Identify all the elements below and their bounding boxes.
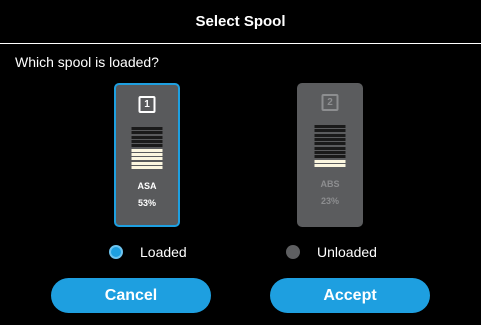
loaded-option[interactable]: Loaded: [109, 244, 187, 260]
gauge-segment: [131, 139, 163, 143]
gauge-segment: [314, 159, 346, 163]
gauge-segment: [131, 152, 163, 156]
gauge-segment: [131, 131, 163, 135]
gauge-segment: [314, 129, 346, 133]
radio-checked-icon[interactable]: [109, 245, 123, 259]
spool-card-2[interactable]: 2 ABS 23%: [297, 83, 363, 227]
gauge-segment: [131, 157, 163, 161]
unloaded-label: Unloaded: [317, 244, 377, 260]
gauge-segment: [314, 163, 346, 167]
accept-button[interactable]: Accept: [270, 278, 430, 313]
spool-number-badge: 2: [321, 94, 339, 111]
gauge-segment: [314, 146, 346, 150]
page-title: Select Spool: [195, 13, 286, 30]
gauge-segment: [314, 142, 346, 146]
spool-number-badge: 1: [138, 96, 156, 113]
spool-fill-gauge: [131, 127, 163, 169]
gauge-segment: [131, 165, 163, 169]
unloaded-option[interactable]: Unloaded: [286, 244, 377, 260]
spool-percent: 23%: [320, 196, 339, 206]
spool-material: ASA: [137, 181, 157, 191]
title-divider: [0, 43, 481, 44]
spool-card-1[interactable]: 1 ASA 53%: [114, 83, 180, 227]
gauge-segment: [314, 125, 346, 128]
gauge-segment: [131, 148, 163, 152]
spool-material: ABS: [320, 179, 340, 189]
radio-unchecked-icon[interactable]: [286, 245, 300, 259]
gauge-segment: [314, 137, 346, 141]
spool-question: Which spool is loaded?: [15, 54, 159, 70]
spool-fill-gauge: [314, 125, 346, 167]
gauge-segment: [314, 150, 346, 154]
cancel-button[interactable]: Cancel: [51, 278, 211, 313]
gauge-segment: [314, 133, 346, 137]
gauge-segment: [131, 135, 163, 139]
gauge-segment: [131, 127, 163, 130]
select-spool-screen: Select Spool Which spool is loaded? 1 AS…: [0, 0, 481, 325]
gauge-segment: [131, 144, 163, 148]
loaded-label: Loaded: [140, 244, 187, 260]
spool-percent: 53%: [137, 198, 156, 208]
gauge-segment: [314, 155, 346, 159]
gauge-segment: [131, 161, 163, 165]
